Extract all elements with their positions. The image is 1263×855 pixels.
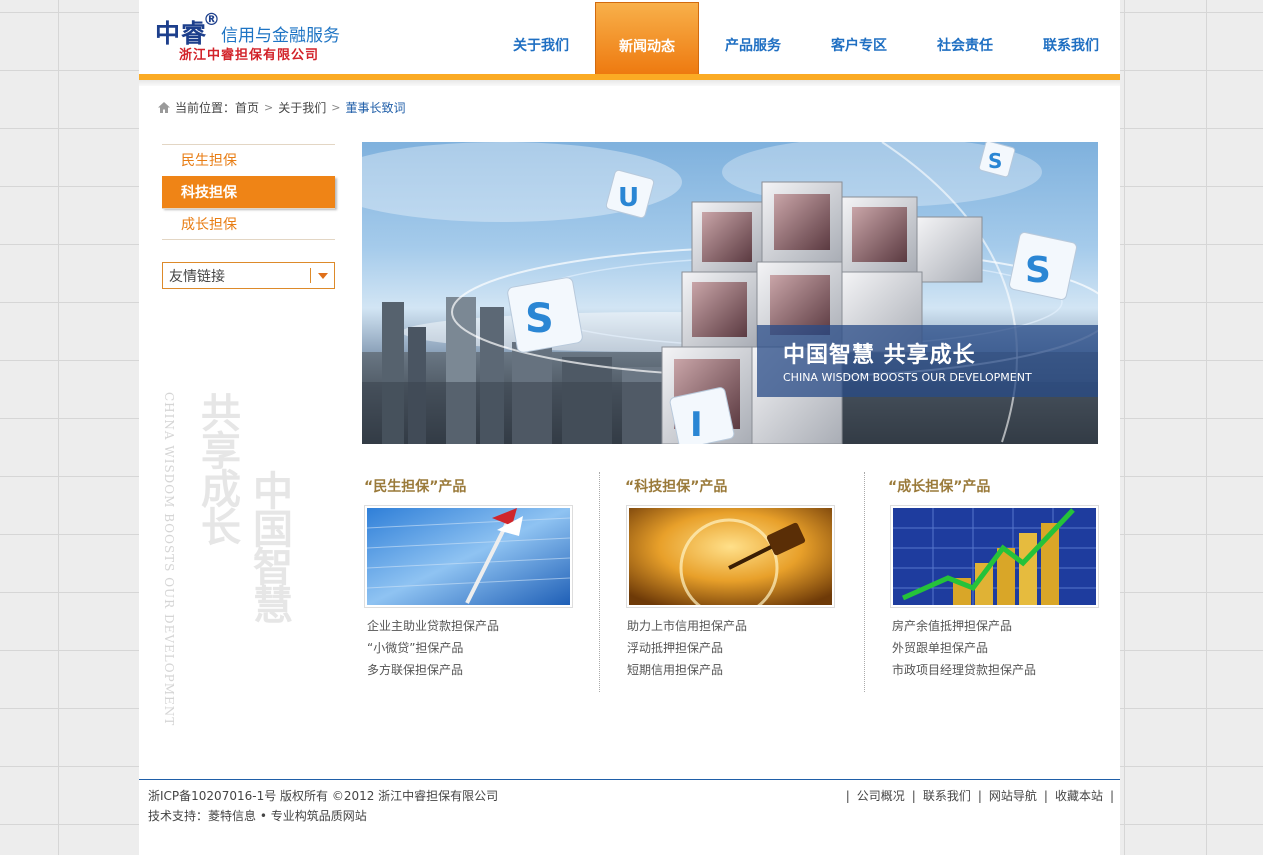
banner-title-cn: 中国智慧 共享成长	[783, 343, 976, 368]
list-item[interactable]: 企业主助业贷款担保产品	[367, 615, 499, 637]
product-section: “民生担保”产品 企业主助业贷款担保产品 “小微贷”担保产品 多方联保担保产品 …	[362, 472, 1099, 692]
list-item[interactable]: 短期信用担保产品	[627, 659, 747, 681]
product-column-livelihood: “民生担保”产品 企业主助业贷款担保产品 “小微贷”担保产品 多方联保担保产品	[362, 472, 598, 692]
footer-link-sitemap[interactable]: 网站导航	[989, 786, 1037, 806]
footer-info: 浙ICP备10207016-1号 版权所有 ©2012 浙江中睿担保有限公司 技…	[148, 786, 498, 826]
sidebar-item-growth[interactable]: 成长担保	[162, 208, 335, 240]
product-image-gavel[interactable]	[626, 505, 835, 608]
select-divider	[310, 268, 311, 283]
nav-item-about[interactable]: 关于我们	[488, 2, 594, 74]
footer-links: | 公司概况 | 联系我们 | 网站导航 | 收藏本站 |	[839, 786, 1114, 806]
sidebar-watermark: CHINA WISDOM BOOSTS OUR DEVELOPMENT 共享成长…	[162, 392, 293, 726]
product-image-coins[interactable]	[890, 505, 1099, 608]
banner-caption: 中国智慧 共享成长 CHINA WISDOM BOOSTS OUR DEVELO…	[757, 325, 1098, 397]
product-title[interactable]: “成长担保”产品	[888, 476, 990, 496]
nav-item-contact[interactable]: 联系我们	[1018, 2, 1124, 74]
sidebar-item-livelihood[interactable]: 民生担保	[162, 144, 335, 176]
list-item[interactable]: 市政项目经理贷款担保产品	[892, 659, 1036, 681]
watermark-chinese-2: 中国智慧	[246, 470, 293, 622]
chevron-down-icon	[318, 272, 328, 279]
footer-copyright: 浙ICP备10207016-1号 版权所有 ©2012 浙江中睿担保有限公司	[148, 789, 499, 803]
registered-mark: ®	[203, 10, 220, 30]
svg-text:S: S	[1025, 250, 1051, 291]
logo-slogan: 信用与金融服务	[221, 26, 340, 46]
header-shadow-bar	[139, 80, 1120, 86]
footer-separator: |	[845, 789, 850, 803]
footer-divider	[139, 779, 1120, 780]
nav-item-responsibility[interactable]: 社会责任	[912, 2, 1018, 74]
footer-separator: |	[1043, 789, 1048, 803]
page-container: 中睿 ® 信用与金融服务 浙江中睿担保有限公司 关于我们 新闻动态 产品服务 客…	[139, 0, 1120, 855]
footer-separator: |	[977, 789, 982, 803]
product-image-dart[interactable]	[364, 505, 573, 608]
svg-text:S: S	[988, 149, 1002, 173]
svg-text:I: I	[690, 405, 703, 444]
product-column-growth: “成长担保”产品 房产余值抵押担保产品 外贸跟单担保产品 市政项目经理贷款担保产…	[864, 472, 1099, 692]
breadcrumb: 当前位置： 首页 > 关于我们 > 董事长致词	[157, 99, 406, 115]
list-item[interactable]: 多方联保担保产品	[367, 659, 499, 681]
watermark-chinese-1: 共享成长	[194, 392, 241, 544]
company-logo[interactable]: 中睿 ® 信用与金融服务 浙江中睿担保有限公司	[155, 10, 355, 63]
coins-chart-image	[893, 508, 1096, 605]
nav-item-news[interactable]: 新闻动态	[595, 2, 699, 74]
product-column-technology: “科技担保”产品 助力上市信用担保产品 浮动抵押担保产品 短期信用担保产品	[599, 472, 864, 692]
logo-company-name: 浙江中睿担保有限公司	[179, 48, 320, 63]
home-icon	[158, 101, 170, 113]
list-item[interactable]: 房产余值抵押担保产品	[892, 615, 1036, 637]
footer-link-contact[interactable]: 联系我们	[923, 786, 971, 806]
breadcrumb-prefix: 当前位置：	[175, 100, 236, 115]
breadcrumb-home[interactable]: 首页	[235, 99, 259, 116]
chevron-right-icon: >	[331, 100, 341, 114]
friend-links-select[interactable]: 友情链接	[162, 262, 335, 289]
svg-text:U: U	[618, 183, 639, 213]
product-list: 助力上市信用担保产品 浮动抵押担保产品 短期信用担保产品	[627, 615, 747, 681]
nav-item-products[interactable]: 产品服务	[700, 2, 806, 74]
product-title[interactable]: “科技担保”产品	[625, 476, 727, 496]
header: 中睿 ® 信用与金融服务 浙江中睿担保有限公司 关于我们 新闻动态 产品服务 客…	[139, 0, 1120, 74]
product-title[interactable]: “民生担保”产品	[364, 476, 466, 496]
sidebar-item-technology[interactable]: 科技担保	[162, 176, 335, 208]
friend-links-label: 友情链接	[169, 268, 225, 285]
footer-separator: |	[911, 789, 916, 803]
breadcrumb-about[interactable]: 关于我们	[278, 99, 326, 116]
banner-title-en: CHINA WISDOM BOOSTS OUR DEVELOPMENT	[783, 371, 1032, 384]
gavel-image	[629, 508, 832, 605]
footer-tech-support[interactable]: 技术支持：菱特信息 • 专业构筑品质网站	[148, 806, 498, 826]
watermark-english: CHINA WISDOM BOOSTS OUR DEVELOPMENT	[162, 392, 176, 727]
product-list: 企业主助业贷款担保产品 “小微贷”担保产品 多方联保担保产品	[367, 615, 499, 681]
main-nav: 关于我们 新闻动态 产品服务 客户专区 社会责任 联系我们	[488, 2, 1124, 74]
chevron-right-icon: >	[264, 100, 274, 114]
sidebar-menu: 民生担保 科技担保 成长担保	[162, 144, 335, 240]
banner-illustration: S U S S I	[362, 142, 1098, 444]
list-item[interactable]: 外贸跟单担保产品	[892, 637, 1036, 659]
list-item[interactable]: 助力上市信用担保产品	[627, 615, 747, 637]
product-list: 房产余值抵押担保产品 外贸跟单担保产品 市政项目经理贷款担保产品	[892, 615, 1036, 681]
nav-item-clients[interactable]: 客户专区	[806, 2, 912, 74]
svg-text:S: S	[525, 296, 554, 342]
footer-link-overview[interactable]: 公司概况	[857, 786, 905, 806]
breadcrumb-current[interactable]: 董事长致词	[345, 99, 405, 116]
footer-link-bookmark[interactable]: 收藏本站	[1055, 786, 1103, 806]
hero-banner: S U S S I 中国智慧 共享成长 CHINA WISDOM BOOSTS …	[362, 142, 1098, 444]
footer-separator: |	[1109, 789, 1114, 803]
dart-image	[367, 508, 570, 605]
list-item[interactable]: 浮动抵押担保产品	[627, 637, 747, 659]
list-item[interactable]: “小微贷”担保产品	[367, 637, 499, 659]
